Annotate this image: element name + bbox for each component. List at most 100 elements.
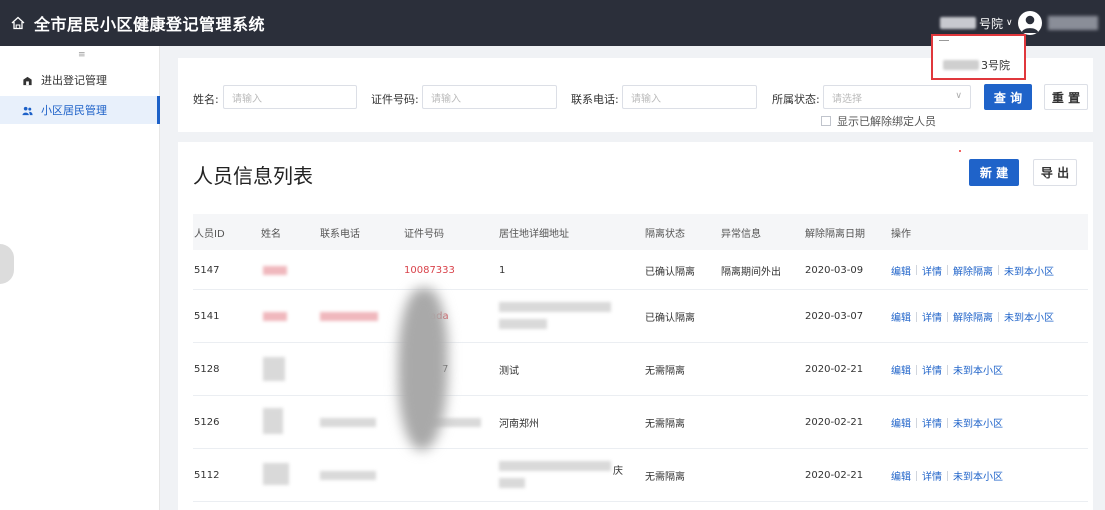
menu-collapse-icon[interactable]: ≡: [78, 51, 88, 60]
row-actions: 编辑 详情 解除隔离 未到本小区: [891, 290, 1054, 343]
action-divider: [998, 265, 999, 275]
org-option-label: 3号院: [981, 59, 1010, 72]
name-redacted: [263, 408, 283, 434]
status-placeholder: 请选择: [832, 93, 862, 105]
export-button[interactable]: 导 出: [1033, 159, 1077, 186]
cell-anomaly: 隔离期间外出: [721, 266, 781, 278]
show-unbound-label: 显示已解除绑定人员: [837, 115, 936, 128]
phone-redacted: [320, 418, 376, 427]
table-row: 5147 10087333 1 已确认隔离 隔离期间外出 2020-03-09 …: [193, 250, 1088, 290]
not-arrived-link[interactable]: 未到本小区: [1004, 263, 1054, 278]
detail-link[interactable]: 详情: [922, 309, 942, 324]
column-header: 异常信息: [721, 228, 761, 240]
cell-address: 庆: [613, 465, 623, 477]
org-switcher[interactable]: 号院 ∨: [940, 14, 1013, 32]
column-header: 联系电话: [320, 228, 360, 240]
cell-status: 无需隔离: [645, 366, 685, 377]
org-option[interactable]: 3号院: [943, 57, 1010, 73]
action-divider: [916, 311, 917, 322]
dropdown-divider: [939, 40, 949, 41]
show-unbound-option[interactable]: 显示已解除绑定人员: [821, 113, 936, 129]
row-actions: 编辑 详情 未到本小区: [891, 343, 1003, 396]
sidebar-item-residents[interactable]: 小区居民管理: [0, 96, 160, 124]
phone-input[interactable]: 请输入: [622, 85, 757, 109]
org-suffix: 号院: [979, 16, 1004, 31]
cell-status: 已确认隔离: [645, 313, 695, 324]
name-redacted: [263, 312, 287, 321]
column-header: 居住地详细地址: [499, 228, 569, 240]
sidebar-item-entry-exit[interactable]: 进出登记管理: [0, 66, 160, 94]
user-avatar[interactable]: [1018, 11, 1042, 35]
users-icon: [22, 106, 33, 115]
cell-id: 5112: [194, 470, 220, 481]
cell-id: 5147: [194, 264, 220, 276]
address-redacted: [499, 302, 611, 312]
edit-link[interactable]: 编辑: [891, 309, 911, 324]
cell-status: 无需隔离: [645, 472, 685, 483]
release-isolation-link[interactable]: 解除隔离: [953, 263, 993, 278]
phone-label: 联系电话:: [571, 93, 619, 106]
column-header: 人员ID: [194, 228, 225, 240]
cell-date: 2020-03-09: [805, 264, 864, 276]
action-divider: [916, 265, 917, 275]
detail-link[interactable]: 详情: [922, 263, 942, 278]
brand: 全市居民小区健康登记管理系统: [10, 0, 265, 46]
release-isolation-link[interactable]: 解除隔离: [953, 309, 993, 324]
not-arrived-link[interactable]: 未到本小区: [953, 468, 1003, 483]
detail-link[interactable]: 详情: [922, 468, 942, 483]
user-icon: [1021, 15, 1039, 33]
table-row: 5126 河南郑州 无需隔离 2020-02-21 编辑 详情 未到本小区: [193, 396, 1088, 449]
home-icon: [11, 16, 25, 30]
cell-address: 河南郑州: [499, 419, 539, 430]
org-dropdown: 3号院: [931, 34, 1026, 80]
detail-link[interactable]: 详情: [922, 415, 942, 430]
action-divider: [947, 364, 948, 375]
action-divider: [916, 417, 917, 428]
query-button[interactable]: 查 询: [984, 84, 1032, 110]
row-actions: 编辑 详情 未到本小区: [891, 396, 1003, 449]
not-arrived-link[interactable]: 未到本小区: [953, 362, 1003, 377]
edit-link[interactable]: 编辑: [891, 362, 911, 377]
row-actions: 编辑 详情 解除隔离 未到本小区: [891, 250, 1054, 290]
reset-button[interactable]: 重 置: [1044, 84, 1088, 110]
phone-redacted: [320, 471, 376, 480]
not-arrived-link[interactable]: 未到本小区: [953, 415, 1003, 430]
action-divider: [947, 417, 948, 428]
table-row: 5128 7 测试 无需隔离 2020-02-21 编辑 详情 未到本小区: [193, 343, 1088, 396]
status-label: 所属状态:: [772, 93, 820, 106]
name-input[interactable]: 请输入: [223, 85, 357, 109]
sidebar-item-label: 进出登记管理: [41, 74, 107, 87]
show-unbound-checkbox[interactable]: [821, 116, 831, 126]
phone-redacted: [320, 312, 378, 321]
edit-link[interactable]: 编辑: [891, 468, 911, 483]
id-number-input[interactable]: 请输入: [422, 85, 557, 109]
name-redacted: [263, 357, 285, 381]
new-button[interactable]: 新 建: [969, 159, 1019, 186]
id-number-label: 证件号码:: [371, 93, 419, 106]
table-row: 5141 ada 已确认隔离 2020-03-07 编辑 详情 解除隔离 未到本…: [193, 290, 1088, 343]
not-arrived-link[interactable]: 未到本小区: [1004, 309, 1054, 324]
edit-link[interactable]: 编辑: [891, 415, 911, 430]
address-redacted: [499, 461, 611, 471]
org-option-redacted: [943, 60, 979, 70]
address-redacted: [499, 478, 525, 488]
detail-link[interactable]: 详情: [922, 362, 942, 377]
column-header: 操作: [891, 228, 911, 240]
status-select[interactable]: 请选择 ∨: [823, 85, 971, 109]
cell-date: 2020-02-21: [805, 364, 864, 375]
cell-id-number[interactable]: 10087333: [404, 250, 455, 290]
name-redacted: [263, 463, 289, 485]
table-row: 5112 庆 无需隔离 2020-02-21 编辑 详情 未到本小区: [193, 449, 1088, 502]
sidebar-item-label: 小区居民管理: [41, 104, 107, 117]
redaction-smear: [398, 288, 448, 450]
action-divider: [916, 470, 917, 481]
cell-status: 已确认隔离: [645, 266, 695, 278]
notice-dot: [959, 150, 961, 152]
cell-id: 5126: [194, 417, 220, 428]
cell-address: 1: [499, 264, 506, 276]
edit-link[interactable]: 编辑: [891, 263, 911, 278]
cell-id: 5128: [194, 364, 220, 375]
action-divider: [947, 311, 948, 322]
cell-status: 无需隔离: [645, 419, 685, 430]
username-redacted[interactable]: [1048, 16, 1098, 30]
